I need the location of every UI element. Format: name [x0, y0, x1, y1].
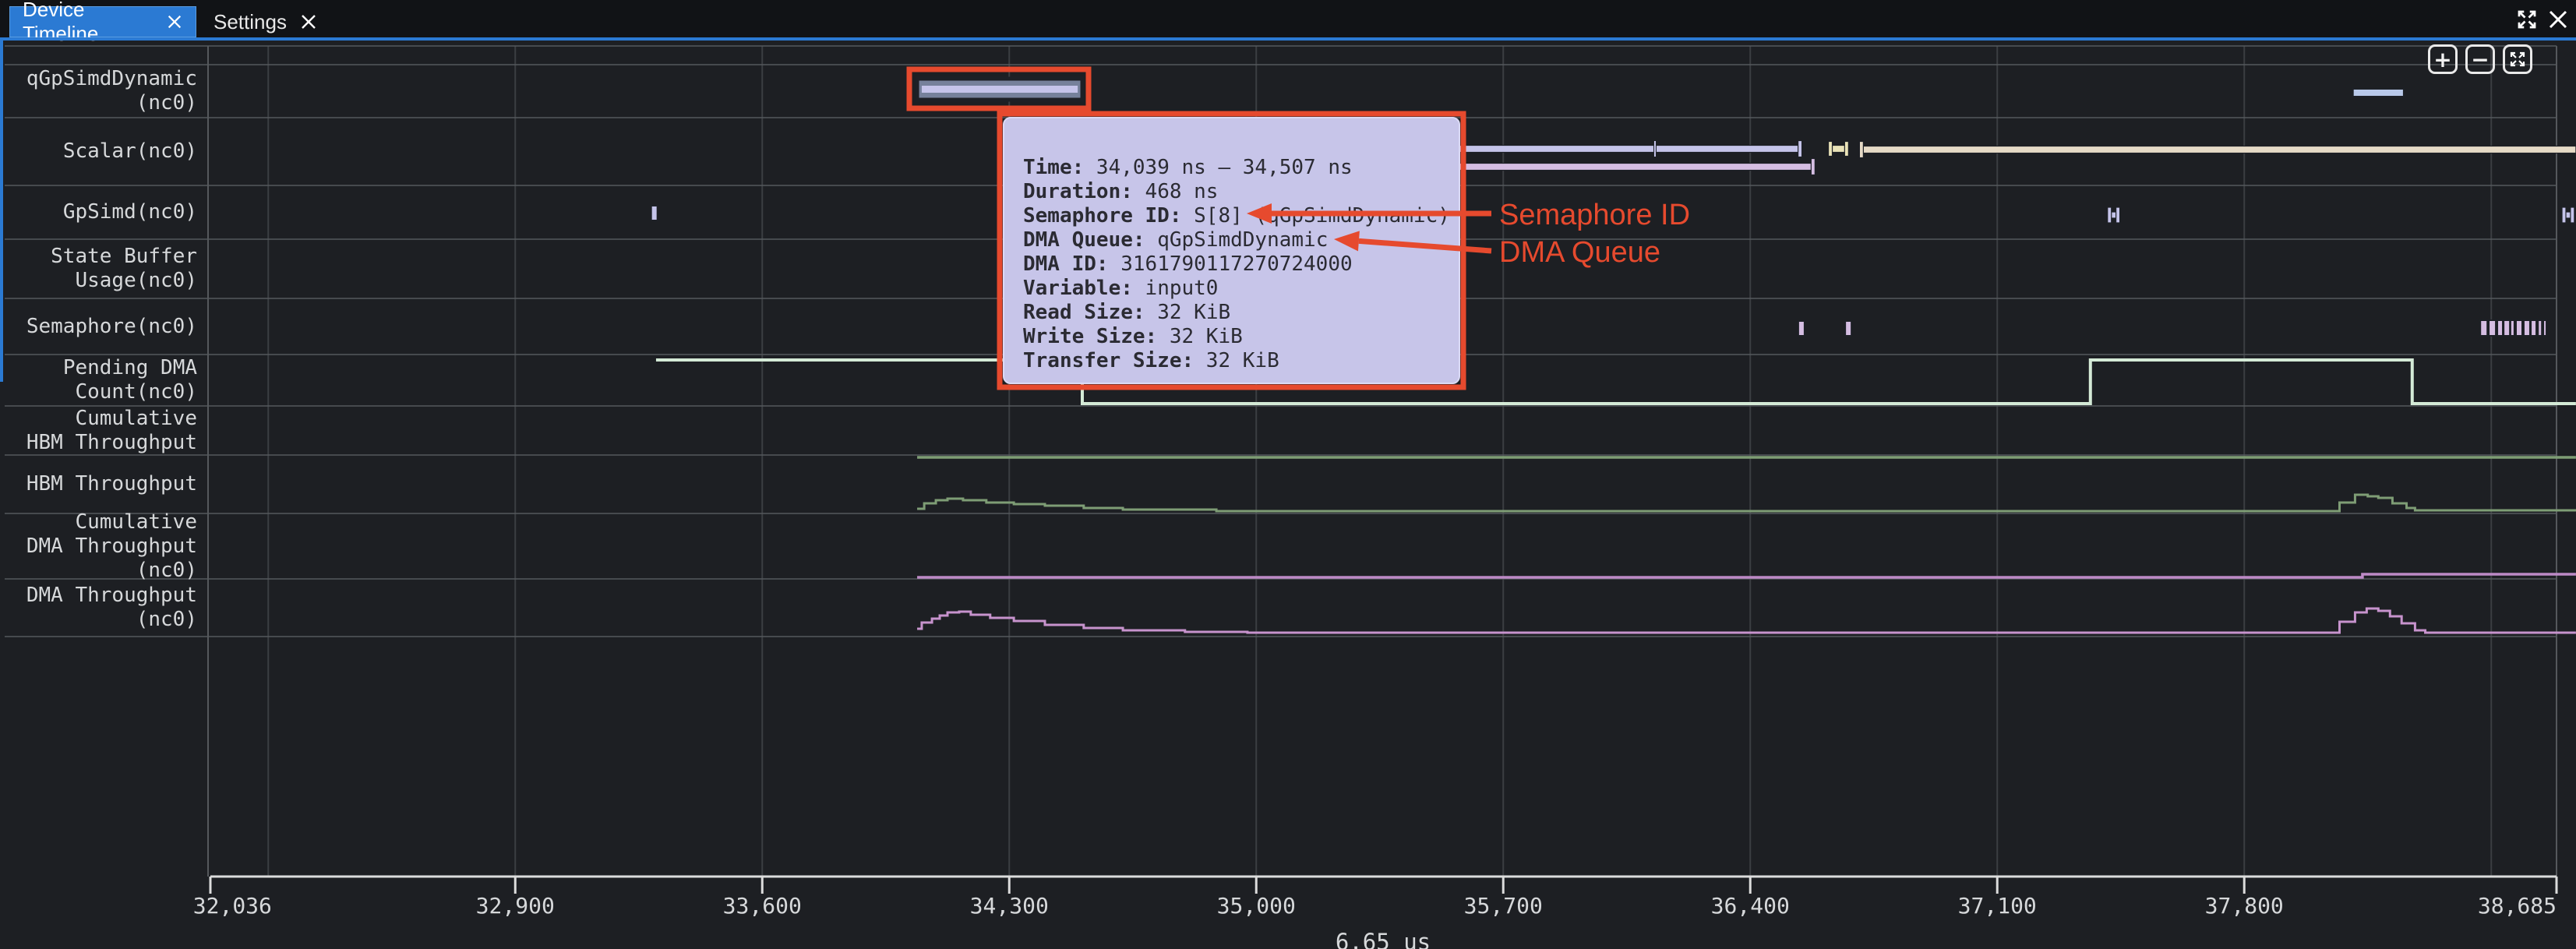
axis-tick-label: 32,900: [476, 893, 555, 919]
row-label-cumulative-hbm: CumulativeHBM Throughput: [0, 406, 208, 455]
row-label-dma: DMA Throughput(nc0): [0, 579, 208, 637]
zoom-fit-button[interactable]: [2503, 44, 2532, 74]
axis-tick-label: 38,685: [2478, 893, 2557, 919]
tooltip-field: Semaphore ID: S[8] (qGpSimdDynamic): [1023, 204, 1459, 228]
tooltip-field: Write Size: 32 KiB: [1023, 325, 1459, 349]
annotation-label-semaphore-id: Semaphore ID: [1499, 199, 1690, 232]
event-tooltip: Time: 34,039 ns – 34,507 ns Duration: 46…: [1003, 117, 1460, 384]
row-label-hbm: HBM Throughput: [0, 455, 208, 513]
close-icon[interactable]: [299, 12, 318, 31]
tab-settings[interactable]: Settings: [201, 6, 335, 37]
panel-accent-border: [0, 37, 2576, 41]
row-label-gpsimd: GpSimd(nc0): [0, 185, 208, 239]
tooltip-field: DMA ID: 3161790117270724000: [1023, 252, 1459, 277]
plus-icon: +: [2433, 47, 2451, 72]
row-label-scalar: Scalar(nc0): [0, 118, 208, 185]
zoom-in-button[interactable]: +: [2428, 44, 2458, 74]
tooltip-field: DMA Queue: qGpSimdDynamic: [1023, 228, 1459, 252]
row-label-pending-dma: Pending DMACount(nc0): [0, 355, 208, 406]
row-label-state-buffer: State BufferUsage(nc0): [0, 239, 208, 298]
device-timeline-panel: Device Timeline Settings + − qGp: [0, 0, 2576, 949]
tab-device-timeline[interactable]: Device Timeline: [9, 6, 196, 37]
close-icon[interactable]: [2546, 8, 2570, 31]
tooltip-field: Duration: 468 ns: [1023, 180, 1459, 204]
axis-tick-label: 37,800: [2205, 893, 2284, 919]
axis-tick-label: 36,400: [1711, 893, 1790, 919]
zoom-out-button[interactable]: −: [2465, 44, 2495, 74]
axis-tick-label: 32,036: [193, 893, 272, 919]
minus-icon: −: [2471, 47, 2489, 72]
axis-duration-label: 6.65 us: [1336, 929, 1431, 949]
axis-tick-label: 37,100: [1958, 893, 2037, 919]
expand-arrows-icon[interactable]: [2515, 8, 2539, 31]
tooltip-field: Transfer Size: 32 KiB: [1023, 349, 1459, 373]
tab-bar: Device Timeline Settings: [0, 0, 2576, 37]
tooltip-field: Time: 34,039 ns – 34,507 ns: [1023, 156, 1459, 180]
axis-tick-label: 33,600: [723, 893, 802, 919]
axis-tick-label: 34,300: [970, 893, 1049, 919]
annotation-label-dma-queue: DMA Queue: [1499, 236, 1660, 270]
expand-arrows-icon: [2508, 50, 2527, 69]
row-label-semaphore: Semaphore(nc0): [0, 298, 208, 355]
row-label-cumulative-dma: CumulativeDMA Throughput(nc0): [0, 513, 208, 579]
close-icon[interactable]: [166, 12, 183, 31]
tab-label: Settings: [213, 10, 287, 34]
row-label-qgpsimddynamic: qGpSimdDynamic(nc0): [0, 65, 208, 118]
tooltip-field: Read Size: 32 KiB: [1023, 301, 1459, 325]
axis-tick-label: 35,000: [1217, 893, 1296, 919]
panel-accent-border-left: [0, 41, 3, 382]
tooltip-field: Variable: input0: [1023, 277, 1459, 301]
axis-tick-label: 35,700: [1464, 893, 1543, 919]
